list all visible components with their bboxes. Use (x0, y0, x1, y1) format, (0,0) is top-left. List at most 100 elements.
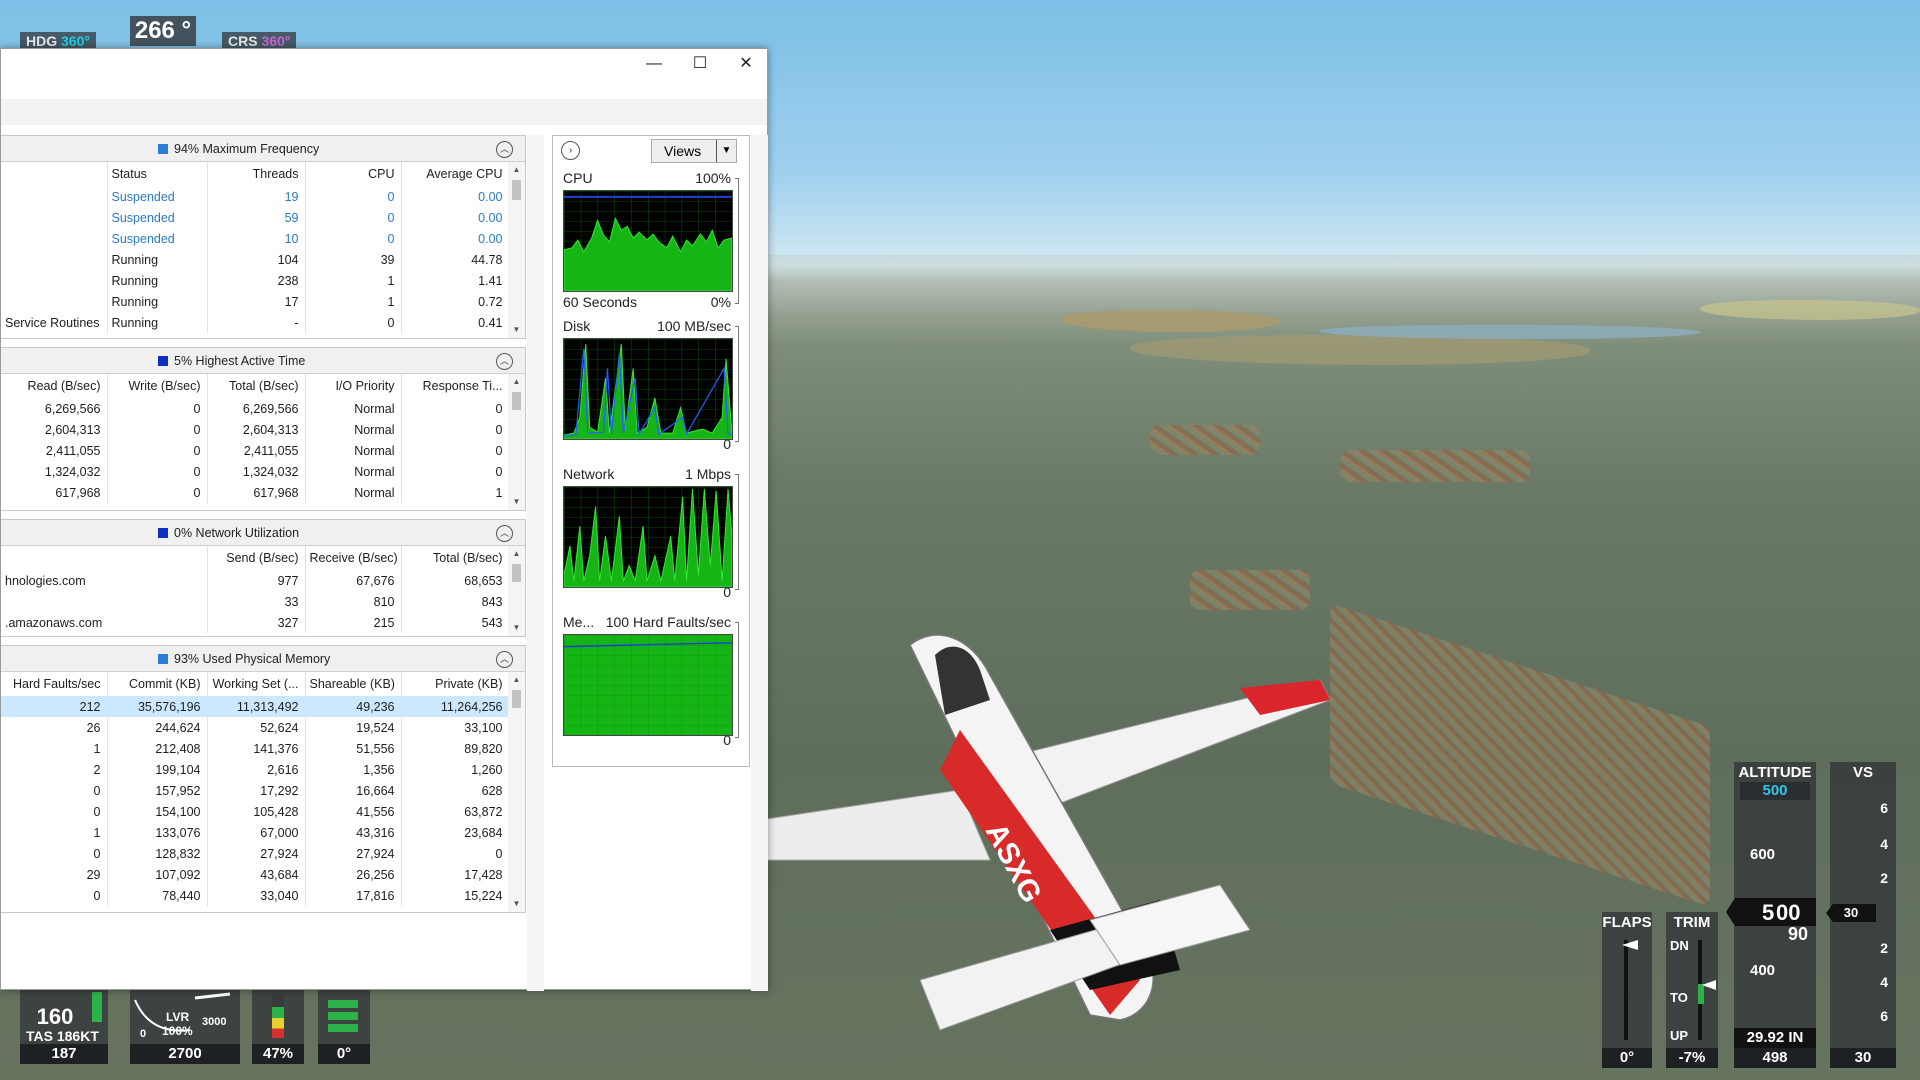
right-pane-scrollbar[interactable] (751, 135, 768, 991)
scroll-thumb[interactable] (512, 180, 521, 200)
altitude-selected: 500 (1740, 782, 1810, 800)
col-read[interactable]: Read (B/sec) (1, 374, 108, 398)
minimize-button[interactable]: — (631, 49, 677, 79)
table-row[interactable]: Suspended 59 0 0.00 (1, 207, 510, 228)
maximize-button[interactable]: ☐ (677, 49, 723, 79)
scroll-down-icon[interactable]: ▼ (508, 322, 525, 338)
table-row[interactable]: Running 238 1 1.41 (1, 270, 510, 291)
col-average-cpu[interactable]: Average CPU (401, 162, 510, 186)
scroll-up-icon[interactable]: ▲ (508, 374, 525, 390)
scroll-up-icon[interactable]: ▲ (508, 672, 525, 688)
col-status[interactable]: Status (107, 162, 208, 186)
col-hard-faults[interactable]: Hard Faults/sec (1, 672, 108, 696)
vs-tick: 2 (1880, 870, 1888, 886)
disk-panel-title: 5% Highest Active Time (174, 354, 306, 368)
col-commit[interactable]: Commit (KB) (107, 672, 208, 696)
col-private[interactable]: Private (KB) (401, 672, 510, 696)
table-row[interactable]: 6,269,566 0 6,269,566 Normal 0 (1, 398, 510, 419)
col-total[interactable]: Total (B/sec) (207, 374, 306, 398)
left-pane-scrollbar[interactable] (527, 135, 544, 991)
network-panel-header[interactable]: 0% Network Utilization ︿ (1, 520, 525, 546)
altitude-current-tens: 00 (1776, 900, 1801, 925)
table-row[interactable]: Running 17 1 0.72 (1, 291, 510, 312)
table-row[interactable]: 26 244,624 52,624 19,524 33,100 (1, 717, 510, 738)
table-row[interactable]: 1,324,032 0 1,324,032 Normal 0 (1, 461, 510, 482)
scroll-thumb[interactable] (512, 564, 521, 582)
col-receive[interactable]: Receive (B/sec) (305, 546, 402, 570)
col-threads[interactable]: Threads (207, 162, 306, 186)
disk-scrollbar[interactable]: ▲ ▼ (508, 374, 525, 510)
col-address[interactable] (1, 546, 208, 570)
table-row[interactable]: Service Routines Running -0 0.41 (1, 312, 510, 333)
col-working-set[interactable]: Working Set (... (207, 672, 306, 696)
cpu-panel-header[interactable]: 94% Maximum Frequency ︿ (1, 136, 525, 162)
table-row[interactable]: Suspended 10 0 0.00 (1, 228, 510, 249)
memory-panel-header[interactable]: 93% Used Physical Memory ︿ (1, 646, 525, 672)
close-button[interactable]: ✕ (723, 49, 769, 79)
altitude-400: 400 (1750, 962, 1776, 979)
disk-graph-section: Disk 100 MB/sec 0 (563, 318, 743, 452)
table-row[interactable]: 2,411,055 0 2,411,055 Normal 0 (1, 440, 510, 461)
network-collapse-icon[interactable]: ︿ (496, 525, 513, 542)
col-response-time[interactable]: Response Ti... (401, 374, 510, 398)
town-area (1340, 450, 1530, 482)
table-row[interactable]: 0 157,952 17,292 16,664 628 (1, 780, 510, 801)
memory-scrollbar[interactable]: ▲ ▼ (508, 672, 525, 912)
fuel-gauge: 47% (252, 990, 304, 1064)
network-graph-section: Network 1 Mbps 0 (563, 466, 743, 600)
scroll-thumb[interactable] (512, 392, 521, 410)
cpu-scrollbar[interactable]: ▲ ▼ (508, 162, 525, 338)
graphs-panel: › Views ▼ CPU 100% 60 Seconds 0% Disk 10… (552, 135, 750, 767)
table-row[interactable]: 212 35,576,196 11,313,492 49,236 11,264,256 (1, 696, 510, 717)
cpu-table: Status Threads CPU Average CPU Suspended… (1, 162, 510, 333)
table-row[interactable]: 1 133,076 67,000 43,316 23,684 (1, 822, 510, 843)
table-row[interactable]: 1 212,408 141,376 51,556 89,820 (1, 738, 510, 759)
table-row[interactable]: 0 128,832 27,924 27,924 0 (1, 843, 510, 864)
expand-graphs-icon[interactable]: › (561, 141, 580, 160)
table-header-row: Hard Faults/sec Commit (KB) Working Set … (1, 672, 510, 696)
table-row[interactable]: 33 810 843 (1, 591, 510, 612)
cpu-collapse-icon[interactable]: ︿ (496, 141, 513, 158)
trim-up: UP (1670, 1028, 1689, 1043)
table-row[interactable]: 0 154,100 105,428 41,556 63,872 (1, 801, 510, 822)
airspeed-value: 160 (36, 1004, 74, 1029)
flaps-track (1624, 940, 1628, 1040)
scroll-down-icon[interactable]: ▼ (508, 896, 525, 912)
scroll-thumb[interactable] (512, 690, 521, 708)
scroll-down-icon[interactable]: ▼ (508, 494, 525, 510)
table-row[interactable]: 2,604,313 0 2,604,313 Normal 0 (1, 419, 510, 440)
col-shareable[interactable]: Shareable (KB) (305, 672, 402, 696)
table-row[interactable]: 617,968 0 617,968 Normal 1 (1, 482, 510, 503)
table-row[interactable]: 2 199,104 2,616 1,356 1,260 (1, 759, 510, 780)
col-name[interactable] (1, 162, 108, 186)
fuel-pct: 47% (252, 1044, 304, 1064)
graph-bracket (735, 622, 739, 738)
vertical-speed: VS 6 4 2 30 2 4 6 30 (1826, 762, 1896, 1068)
table-row[interactable]: 29 107,092 43,684 26,256 17,428 (1, 864, 510, 885)
table-row[interactable]: Running 104 39 44.78 (1, 249, 510, 270)
network-scrollbar[interactable]: ▲ ▼ (508, 546, 525, 636)
disk-table: Read (B/sec) Write (B/sec) Total (B/sec)… (1, 374, 510, 503)
col-io-priority[interactable]: I/O Priority (305, 374, 402, 398)
table-row[interactable]: .amazonaws.com 327 215 543 (1, 612, 510, 633)
disk-collapse-icon[interactable]: ︿ (496, 353, 513, 370)
views-dropdown[interactable]: Views ▼ (651, 139, 737, 163)
col-write[interactable]: Write (B/sec) (107, 374, 208, 398)
scroll-up-icon[interactable]: ▲ (508, 162, 525, 178)
table-header-row: Status Threads CPU Average CPU (1, 162, 510, 186)
scroll-up-icon[interactable]: ▲ (508, 546, 525, 562)
col-total[interactable]: Total (B/sec) (401, 546, 510, 570)
table-row[interactable]: hnologies.com 977 67,676 68,653 (1, 570, 510, 591)
col-cpu[interactable]: CPU (305, 162, 402, 186)
cpu-color-square (158, 144, 168, 154)
table-row[interactable]: 0 78,440 33,040 17,816 15,224 (1, 885, 510, 906)
disk-panel-header[interactable]: 5% Highest Active Time ︿ (1, 348, 525, 374)
rpm-gauge: 0 LVR 100% 3000 2700 (130, 990, 240, 1064)
memory-collapse-icon[interactable]: ︿ (496, 651, 513, 668)
scroll-down-icon[interactable]: ▼ (508, 620, 525, 636)
memory-graph (563, 634, 733, 736)
vs-tick: 2 (1880, 940, 1888, 956)
col-send[interactable]: Send (B/sec) (207, 546, 306, 570)
network-graph-max: 1 Mbps (685, 466, 731, 482)
table-row[interactable]: Suspended 19 0 0.00 (1, 186, 510, 207)
